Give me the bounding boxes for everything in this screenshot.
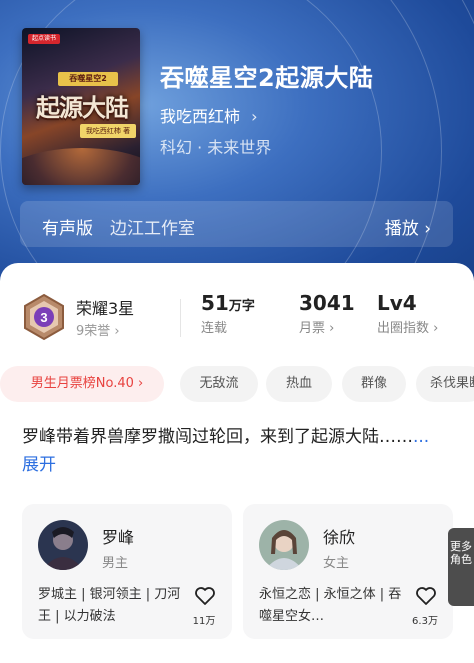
book-genre[interactable]: 科幻 · 未来世界 <box>160 134 271 158</box>
honor-name[interactable]: 荣耀3星 <box>76 295 134 319</box>
author-link[interactable]: 我吃西红柿 › <box>160 103 258 127</box>
monthly-ticket-value: 3041 <box>299 291 355 315</box>
cover-subtitle: 吞噬星空2 <box>58 72 118 86</box>
cover-brand: 起点读书 <box>28 34 60 44</box>
book-description[interactable]: 罗峰带着界兽摩罗撒闯过轮回，来到了起源大陆……...展开 <box>22 423 442 479</box>
tag-chip[interactable]: 群像 <box>342 366 406 402</box>
audio-studio: 边江工作室 <box>110 219 195 239</box>
honor-count[interactable]: 9荣誉 › <box>76 320 120 339</box>
author-name: 我吃西红柿 <box>160 107 241 126</box>
monthly-ticket-label: 月票 › <box>299 321 335 336</box>
popularity-stat[interactable]: Lv4 出圈指数 › <box>377 291 438 336</box>
honor-level-number: 3 <box>40 310 47 325</box>
avatar <box>259 520 309 570</box>
audio-tag: 有声版 <box>42 219 93 239</box>
chevron-right-icon: › <box>251 107 258 126</box>
divider <box>180 299 181 337</box>
role-name: 罗峰 <box>102 528 135 547</box>
word-count-label: 连载 <box>201 321 228 336</box>
cover-art <box>22 148 140 185</box>
book-cover[interactable]: 起点读书 吞噬星空2 起源大陆 我吃西红柿 著 <box>22 28 140 185</box>
tag-chip[interactable]: 热血 <box>266 366 332 402</box>
heart-icon[interactable] <box>194 586 216 606</box>
like-count: 6.3万 <box>412 616 438 627</box>
audio-version-bar[interactable]: 有声版 边江工作室 播放 › <box>20 201 453 247</box>
book-title: 吞噬星空2起源大陆 <box>160 64 374 92</box>
rank-tag[interactable]: 男生月票榜No.40 › <box>0 366 164 402</box>
word-count-unit: 万字 <box>228 299 255 314</box>
role-tags: 罗城主 | 银河领主 | 刀河王 | 以力破法 <box>38 587 181 624</box>
popularity-label: 出圈指数 › <box>377 321 439 336</box>
role-type: 男主 <box>102 556 129 571</box>
avatar <box>38 520 88 570</box>
heart-icon[interactable] <box>415 586 437 606</box>
word-count-stat: 51万字 连载 <box>201 291 255 336</box>
description-text: 罗峰带着界兽摩罗撒闯过轮回，来到了起源大陆…… <box>22 427 413 447</box>
role-name: 徐欣 <box>323 528 356 547</box>
more-roles-button[interactable]: 更多角色 <box>448 528 474 606</box>
role-card[interactable]: 罗峰 男主 罗城主 | 银河领主 | 刀河王 | 以力破法 11万 <box>22 504 232 639</box>
like-count: 11万 <box>192 616 216 627</box>
tag-chip[interactable]: 杀伐果断 <box>416 366 474 402</box>
book-info-card: 3 荣耀3星 9荣誉 › 51万字 连载 3041 月票 › Lv4 出圈指数 … <box>0 263 474 663</box>
honor-badge-icon[interactable]: 3 <box>22 293 66 341</box>
role-tags: 永恒之恋 | 永恒之体 | 吞噬星空女… <box>259 587 402 624</box>
tag-chip[interactable]: 无敌流 <box>180 366 258 402</box>
tag-row: 男生月票榜No.40 › 无敌流 热血 群像 杀伐果断 <box>0 366 474 404</box>
monthly-ticket-stat[interactable]: 3041 月票 › <box>299 291 355 336</box>
play-button[interactable]: 播放 › <box>385 214 431 239</box>
popularity-value: Lv4 <box>377 291 417 315</box>
cover-title: 起源大陆 <box>36 94 129 122</box>
cover-author: 我吃西红柿 著 <box>80 124 136 138</box>
book-header: 起点读书 吞噬星空2 起源大陆 我吃西红柿 著 吞噬星空2起源大陆 我吃西红柿 … <box>0 0 474 300</box>
role-card[interactable]: 徐欣 女主 永恒之恋 | 永恒之体 | 吞噬星空女… 6.3万 <box>243 504 453 639</box>
word-count-value: 51 <box>201 291 229 315</box>
role-type: 女主 <box>323 556 350 571</box>
